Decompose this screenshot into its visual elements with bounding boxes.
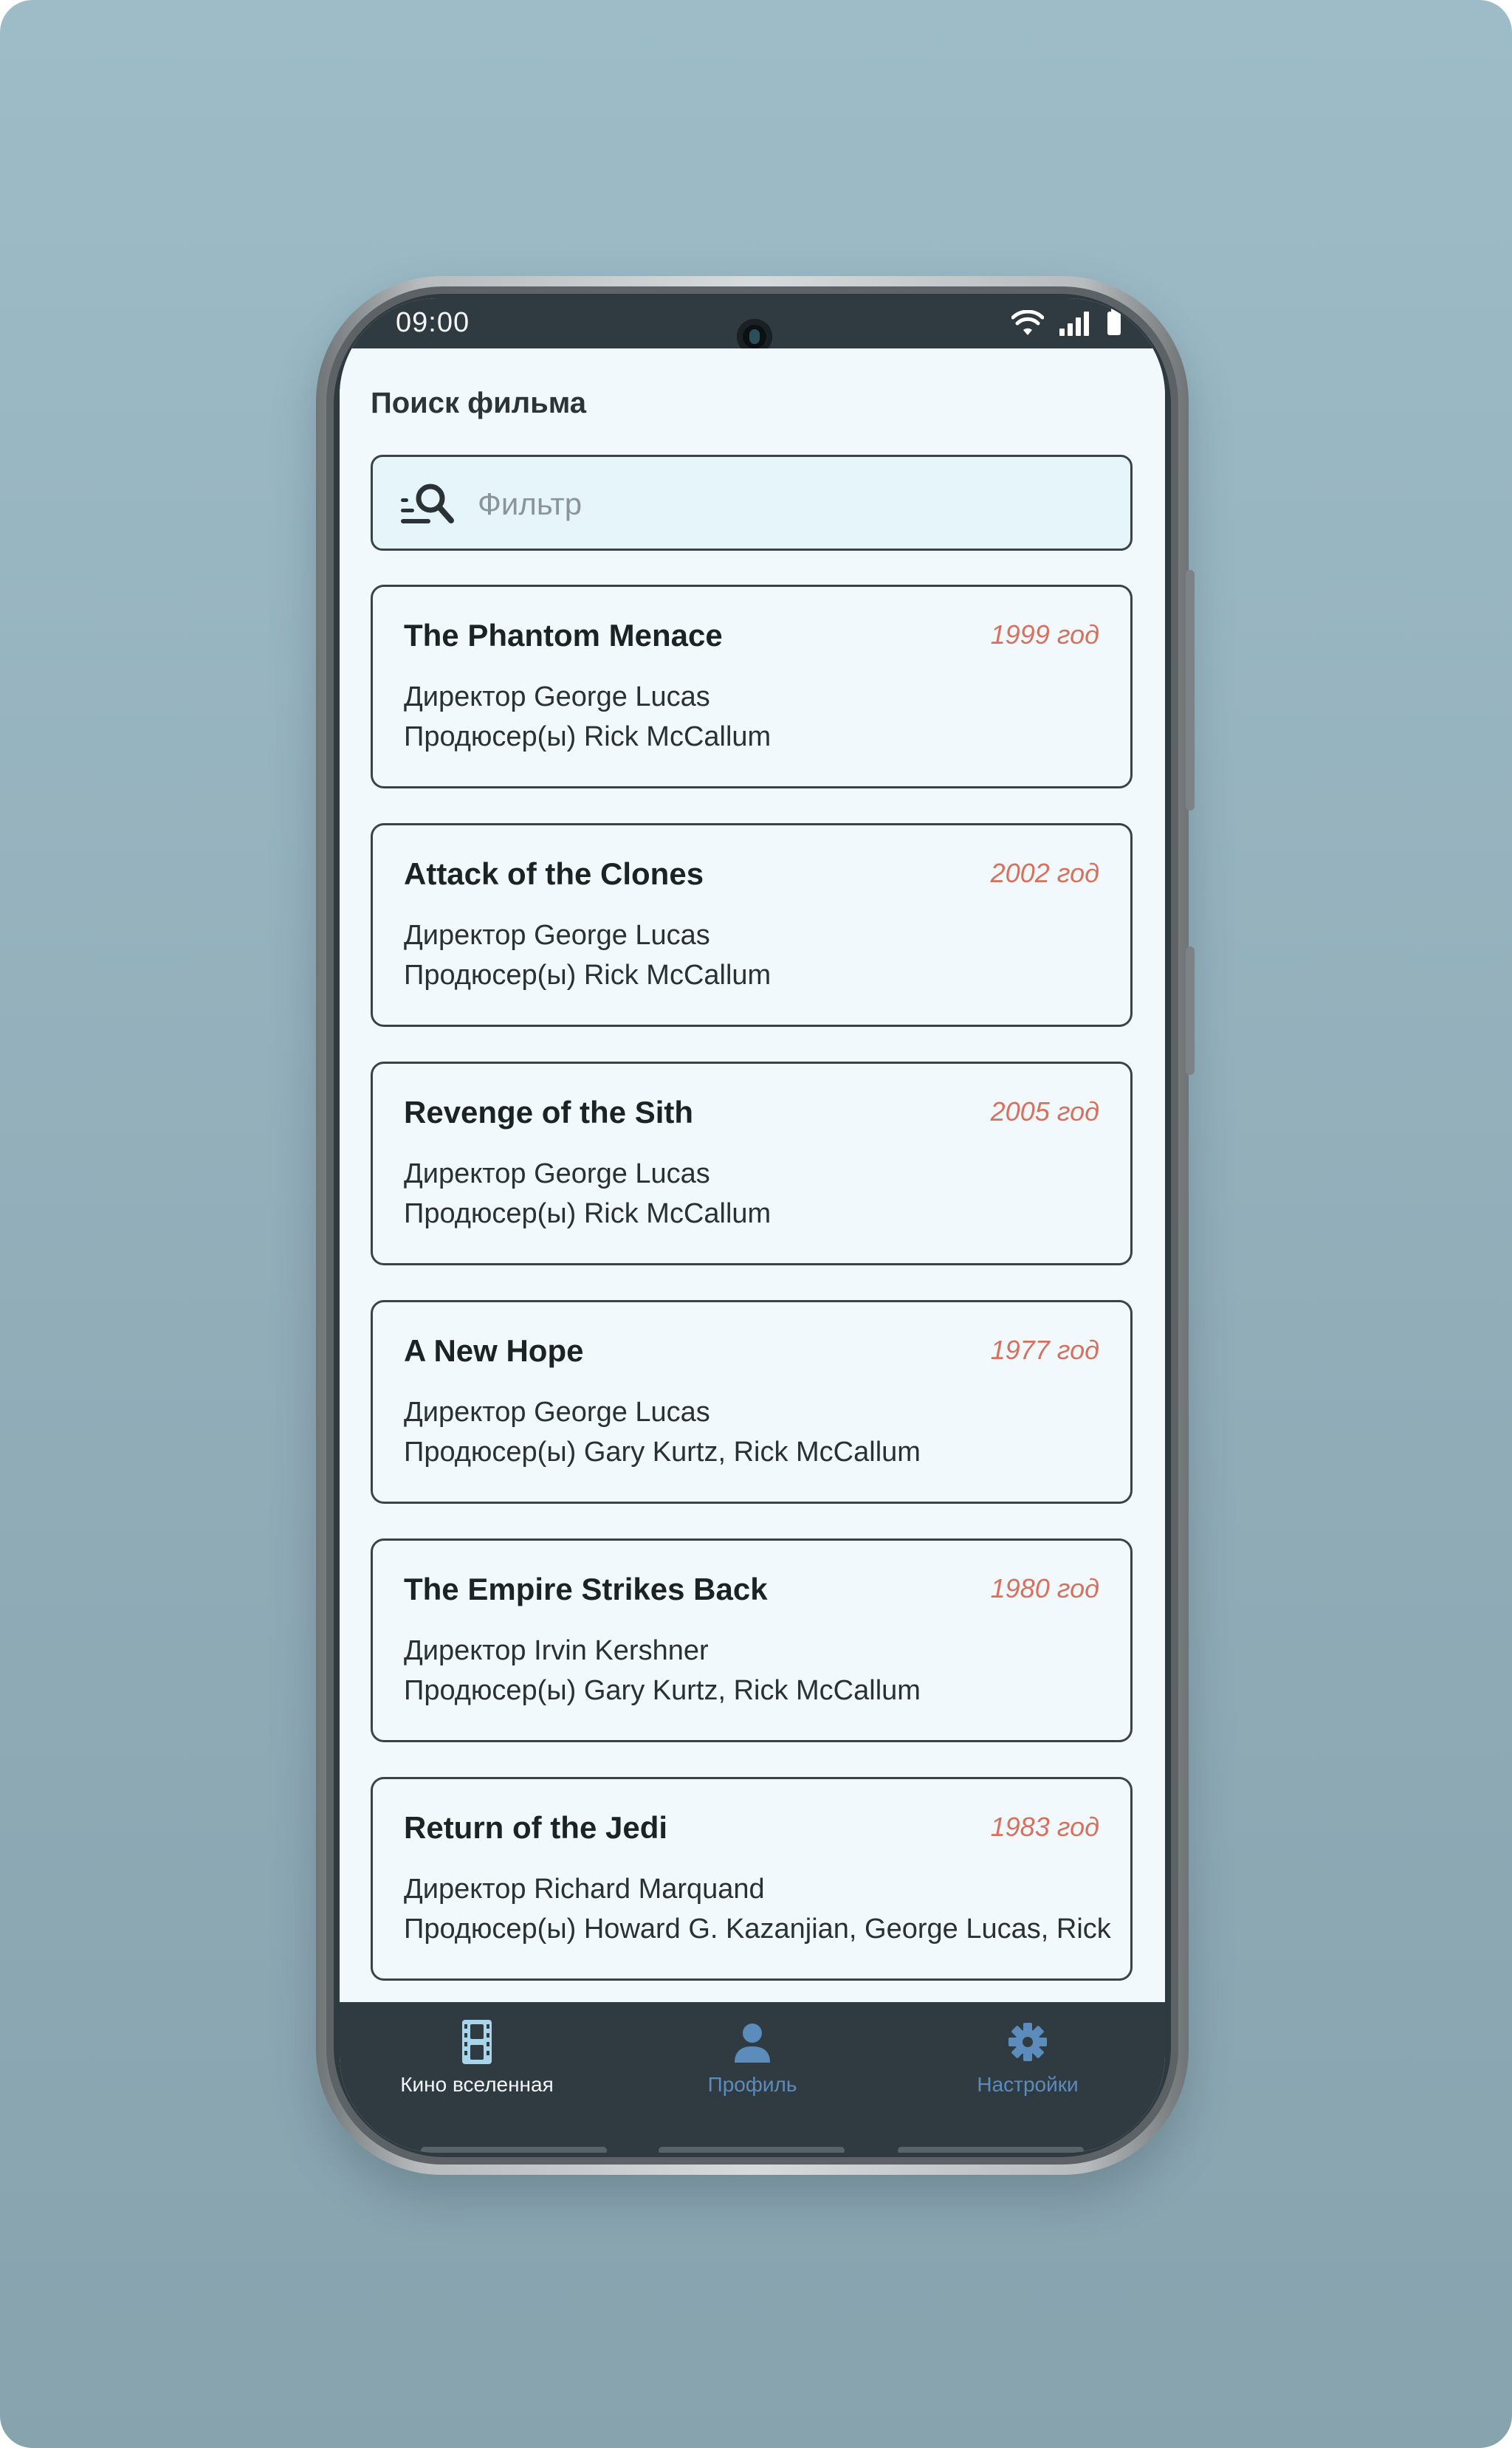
movie-director: Директор George Lucas [404, 1397, 710, 1428]
wifi-icon [1011, 310, 1044, 335]
movie-producers: Продюсер(ы) Rick McCallum [404, 1198, 772, 1229]
person-icon [735, 2024, 770, 2063]
movie-year: 1977 год [990, 1335, 1099, 1365]
signal-icon [1059, 312, 1089, 336]
main-content: Поиск фильма Фильтр The Phantom Menace 1… [340, 348, 1165, 2002]
nav-indicator [421, 2147, 607, 2153]
gear-icon [1008, 2023, 1047, 2061]
volume-button [1186, 570, 1195, 811]
movie-title: The Empire Strikes Back [404, 1572, 768, 1606]
movie-title: Revenge of the Sith [404, 1095, 694, 1130]
bottom-navigation: Кино вселенная Профиль Настройки [340, 2002, 1165, 2153]
movie-card[interactable]: The Phantom Menace 1999 год Директор Geo… [371, 585, 1133, 788]
movie-director: Директор George Lucas [404, 920, 710, 951]
movie-year: 1980 год [990, 1573, 1099, 1603]
movie-year: 2005 год [990, 1096, 1099, 1127]
nav-item-cinema-universe[interactable]: Кино вселенная [340, 2018, 614, 2107]
status-time: 09:00 [396, 307, 470, 338]
movie-director: Директор Irvin Kershner [404, 1635, 709, 1666]
movie-year: 1999 год [990, 619, 1099, 650]
nav-label-profile: Профиль [707, 2073, 797, 2096]
phone-screen: 09:00 Поиск фильма Фильтр The Phantom Me… [340, 298, 1165, 2153]
movie-card[interactable]: Revenge of the Sith 2005 год Директор Ge… [371, 1062, 1133, 1265]
movie-title: Attack of the Clones [404, 856, 704, 891]
movie-producers: Продюсер(ы) Gary Kurtz, Rick McCallum [404, 1437, 921, 1468]
movie-year: 1983 год [990, 1812, 1099, 1842]
movie-director: Директор George Lucas [404, 681, 710, 712]
search-list-icon [401, 484, 454, 523]
nav-label-cinema-universe: Кино вселенная [400, 2073, 554, 2096]
movie-producers: Продюсер(ы) Howard G. Kazanjian, George … [404, 1914, 1111, 1945]
movie-card[interactable]: Return of the Jedi 1983 год Директор Ric… [371, 1777, 1133, 1981]
battery-icon [1107, 309, 1121, 335]
power-button [1186, 946, 1195, 1075]
movie-producers: Продюсер(ы) Gary Kurtz, Rick McCallum [404, 1675, 921, 1706]
nav-indicator [659, 2147, 845, 2153]
movie-director: Директор Richard Marquand [404, 1874, 765, 1905]
search-field[interactable]: Фильтр [371, 455, 1133, 551]
movie-card[interactable]: Attack of the Clones 2002 год Директор G… [371, 823, 1133, 1027]
movie-title: A New Hope [404, 1333, 584, 1368]
movie-card[interactable]: A New Hope 1977 год Директор George Luca… [371, 1300, 1133, 1504]
movie-title: Return of the Jedi [404, 1810, 668, 1845]
movie-title: The Phantom Menace [404, 618, 723, 653]
film-icon [462, 2020, 492, 2064]
nav-item-profile[interactable]: Профиль [615, 2018, 890, 2107]
status-icons [1011, 309, 1121, 338]
nav-indicator [898, 2147, 1084, 2153]
nav-label-settings: Настройки [977, 2073, 1079, 2096]
movie-card[interactable]: The Empire Strikes Back 1980 год Директо… [371, 1538, 1133, 1742]
status-bar: 09:00 [340, 298, 1165, 354]
movie-producers: Продюсер(ы) Rick McCallum [404, 721, 772, 752]
nav-item-settings[interactable]: Настройки [890, 2018, 1165, 2107]
movie-director: Директор George Lucas [404, 1158, 710, 1189]
search-input[interactable]: Фильтр [478, 486, 582, 522]
movie-producers: Продюсер(ы) Rick McCallum [404, 960, 772, 991]
page-title: Поиск фильма [371, 387, 587, 419]
movie-year: 2002 год [990, 858, 1099, 888]
